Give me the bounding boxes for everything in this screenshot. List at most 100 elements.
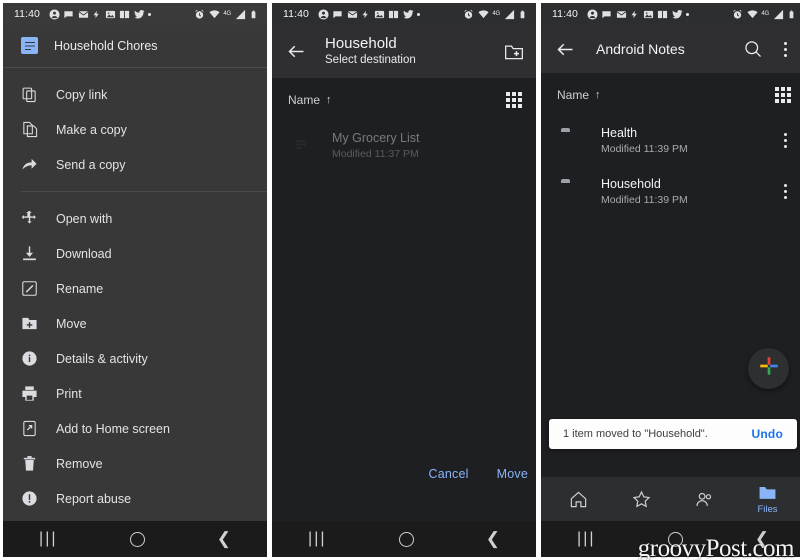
app-bar-subtitle: Select destination [325, 54, 416, 66]
home-circle-icon[interactable] [667, 531, 683, 547]
context-menu-header: Household Chores [3, 25, 267, 67]
destination-action-row: Cancel Move [429, 467, 529, 481]
panel-drive-context-menu: 11:40 4G Household Chores Copy link Make… [3, 3, 267, 557]
bottom-nav-shared[interactable] [679, 490, 731, 509]
status-bar-3: 11:40 4G [541, 3, 800, 25]
back-chevron-icon[interactable]: ❮ [755, 529, 769, 549]
list-item[interactable]: My Grocery List Modified 11:37 PM [272, 120, 536, 171]
bottom-nav-home[interactable] [553, 490, 605, 509]
app-bar-title: Household [325, 35, 397, 52]
list-item-modified: Modified 11:37 PM [332, 148, 419, 160]
file-list-2: My Grocery List Modified 11:37 PM Cancel… [272, 120, 536, 521]
menu-item-label: Move [56, 316, 87, 331]
docs-file-icon [292, 136, 312, 156]
menu-item-make-a-copy[interactable]: Make a copy [3, 112, 267, 147]
status-time: 11:40 [283, 8, 309, 20]
back-arrow-icon[interactable] [286, 41, 307, 62]
sort-row-2: Name ↑ [272, 78, 536, 120]
system-nav-bar-2: ||| ❮ [272, 521, 536, 557]
menu-item-details-and-activity[interactable]: Details & activity [3, 341, 267, 376]
account-icon [48, 8, 60, 20]
menu-item-remove[interactable]: Remove [3, 446, 267, 481]
menu-item-label: Report abuse [56, 491, 132, 506]
network-label: 4G [492, 11, 500, 17]
bottom-nav-starred[interactable] [616, 490, 668, 509]
mail-icon [78, 10, 88, 18]
menu-item-label: Rename [56, 281, 104, 296]
recents-icon[interactable]: ||| [577, 530, 595, 548]
rename-icon [21, 280, 38, 297]
home-circle-icon[interactable] [398, 531, 414, 547]
sort-direction-icon: ↑ [326, 94, 332, 106]
menu-item-move[interactable]: Move [3, 306, 267, 341]
new-folder-icon[interactable] [504, 42, 524, 62]
menu-item-download[interactable]: Download [3, 236, 267, 271]
chat-icon [64, 10, 73, 18]
sort-button-3[interactable]: Name ↑ [557, 88, 601, 102]
row-overflow-icon[interactable] [777, 131, 793, 151]
snackbar-move-confirmation: 1 item moved to "Household". Undo [549, 419, 797, 449]
kebab-menu-icon[interactable] [777, 39, 793, 59]
menu-item-send-a-copy[interactable]: Send a copy [3, 147, 267, 182]
status-bar-left-3: 11:40 [552, 8, 732, 20]
context-menu-file-title: Household Chores [54, 38, 158, 53]
menu-item-report-abuse[interactable]: Report abuse [3, 481, 267, 516]
recents-icon[interactable]: ||| [308, 530, 326, 548]
back-chevron-icon[interactable]: ❮ [217, 529, 231, 549]
status-bar-right-1: 4G [194, 9, 258, 20]
bottom-nav-files[interactable]: Files [742, 483, 794, 515]
move-button[interactable]: Move [497, 467, 528, 481]
bolt-icon [631, 10, 637, 18]
menu-item-open-with[interactable]: Open with [3, 201, 267, 236]
screenshot-stage: 11:40 4G Household Chores Copy link Make… [0, 0, 800, 560]
alarm-icon [195, 9, 205, 19]
menu-item-print[interactable]: Print [3, 376, 267, 411]
list-item-name: Household [601, 177, 661, 191]
dot-icon [417, 12, 420, 16]
back-arrow-icon[interactable] [555, 39, 576, 60]
twitter-icon [133, 9, 145, 18]
add-to-home-icon [21, 420, 38, 437]
photos-icon [374, 10, 384, 18]
mail-icon [347, 10, 357, 18]
open-with-icon [21, 210, 38, 227]
cancel-button[interactable]: Cancel [429, 467, 469, 481]
back-chevron-icon[interactable]: ❮ [486, 529, 500, 549]
status-bar-1: 11:40 4G [3, 3, 267, 25]
menu-divider [21, 191, 267, 192]
table-row[interactable]: Health Modified 11:39 PM [541, 115, 800, 166]
grid-view-icon[interactable] [506, 92, 522, 108]
sort-button-2[interactable]: Name ↑ [288, 93, 332, 107]
menu-item-add-to-home-screen[interactable]: Add to Home screen [3, 411, 267, 446]
duplicate-icon [21, 121, 38, 138]
status-bar-right-3: 4G [732, 9, 796, 20]
create-new-fab[interactable] [748, 348, 789, 389]
folder-icon [561, 182, 581, 202]
files-icon [759, 486, 776, 499]
menu-item-copy-link[interactable]: Copy link [3, 77, 267, 112]
twitter-icon [671, 9, 683, 18]
report-abuse-icon [21, 490, 38, 507]
panel-android-notes: 11:40 4G Android Notes Name ↑ Health Mod… [541, 3, 800, 557]
account-icon [317, 8, 329, 20]
search-icon[interactable] [743, 39, 763, 59]
info-icon [21, 350, 38, 367]
row-overflow-icon[interactable] [777, 182, 793, 202]
list-item-meta: My Grocery List Modified 11:37 PM [332, 129, 524, 162]
menu-item-label: Send a copy [56, 157, 126, 172]
home-icon [570, 491, 587, 507]
status-bar-left-1: 11:40 [14, 8, 194, 20]
panel-select-destination: 11:40 4G Household Select destination Na… [272, 3, 536, 557]
menu-item-rename[interactable]: Rename [3, 271, 267, 306]
docs-file-icon [21, 37, 38, 54]
move-folder-icon [21, 315, 38, 332]
system-nav-bar-1: ||| ❮ [3, 521, 267, 557]
bottom-nav-label: Files [757, 504, 778, 515]
sort-direction-icon: ↑ [595, 89, 601, 101]
grid-view-icon[interactable] [775, 87, 791, 103]
home-circle-icon[interactable] [129, 531, 145, 547]
battery-icon [520, 10, 525, 18]
recents-icon[interactable]: ||| [39, 530, 57, 548]
table-row[interactable]: Household Modified 11:39 PM [541, 166, 800, 217]
undo-button[interactable]: Undo [752, 427, 783, 441]
